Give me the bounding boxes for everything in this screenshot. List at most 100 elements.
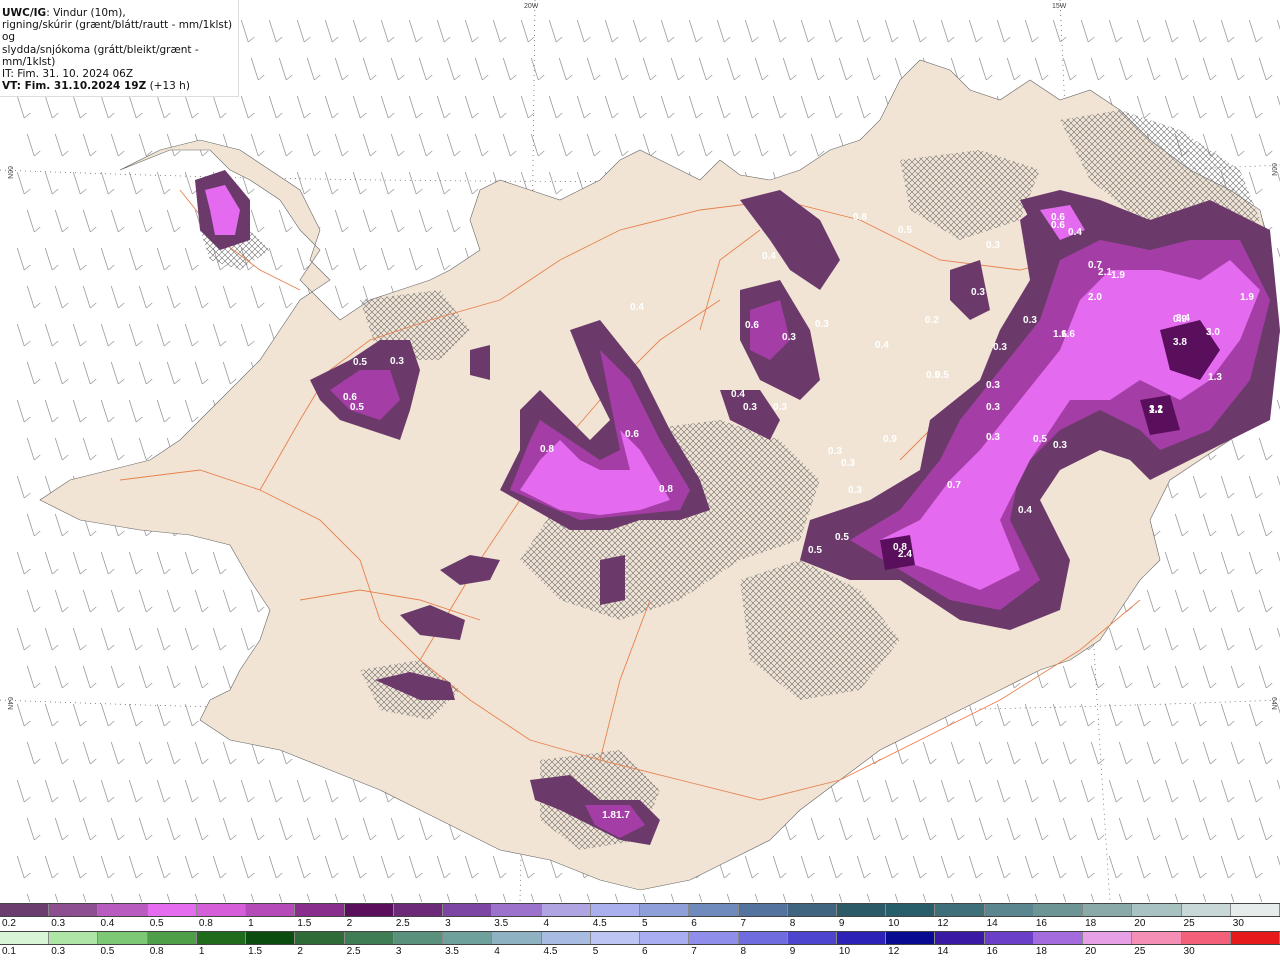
colorbar-tick-label: 5 (642, 918, 648, 929)
colorbar-swatch (49, 904, 99, 916)
precip-value-label: 0.6 (625, 429, 639, 440)
colorbar-swatch (1230, 904, 1280, 916)
precip-value-label: 0.3 (1053, 440, 1067, 451)
precip-value-label: 0.8 (540, 444, 554, 455)
precip-value-label: 1.6 (1053, 329, 1067, 340)
precip-value-label: 0.6 (1051, 212, 1065, 223)
colorbar-tick-label: 3.5 (445, 946, 459, 957)
precip-value-label: 0.4 (875, 340, 889, 351)
colorbar-tick-label: 4.5 (543, 946, 558, 957)
colorbar-tick-label: 1 (198, 946, 205, 957)
precip-value-label: 3.8 (1173, 337, 1187, 348)
precip-value-label: 0.4 (630, 302, 644, 313)
precip-value-label: 0.3 (782, 332, 796, 343)
colorbar-swatch (344, 904, 394, 916)
colorbar-swatch (147, 932, 197, 944)
precip-value-label: 1.9 (1111, 270, 1125, 281)
header-init-time: IT: Fim. 31. 10. 2024 06Z (2, 68, 134, 81)
precip-value-label: 0.8 (659, 484, 673, 495)
precip-value-label: 0.5 (935, 370, 949, 381)
colorbar-tick-label: 12 (888, 946, 900, 957)
colorbar-tick-label: 3 (445, 918, 451, 929)
colorbar-swatch (590, 904, 641, 916)
precip-value-label: 0.9 (883, 434, 897, 445)
colorbar-swatch (196, 932, 247, 944)
colorbar-tick-label: 0.8 (198, 918, 213, 929)
colorbar-rain (0, 931, 1280, 945)
precip-value-label: 0.5 (898, 225, 912, 236)
precip-value-label: 1.3 (1208, 372, 1222, 383)
colorbar-tick-label: 14 (937, 946, 949, 957)
precip-value-label: 0.3 (815, 319, 829, 330)
precip-value-label: 0.3 (773, 402, 787, 413)
header-line-snow: slydda/snjókoma (grátt/bleikt/grænt - mm… (2, 43, 199, 68)
precip-value-label: 0.3 (841, 458, 855, 469)
colorbar-snow-labels: 0.2 0.3 0.4 0.5 0.8 1 1.5 2 2.5 3 3.5 4 4.5 5 6 7 8 9 10 12… (0, 918, 1280, 930)
colorbar-swatch (98, 904, 148, 916)
colorbar-tick-label: 8 (740, 946, 747, 957)
lat-label-64n-right: 64N (1270, 697, 1277, 710)
precip-value-label: 0.4 (1018, 505, 1032, 516)
precip-value-label: 0.4 (731, 389, 745, 400)
colorbar-tick-label: 0.2 (2, 918, 16, 929)
colorbar-tick-label: 2.5 (346, 946, 361, 957)
precip-value-label: 1.81.7 (602, 810, 630, 821)
header-valid-time: VT: Fim. 31.10.2024 19Z (+13 h) (2, 80, 190, 93)
precip-value-label: 0.5 (350, 402, 364, 413)
colorbar-tick-label: 0.4 (100, 918, 115, 929)
colorbar-swatch (935, 904, 985, 916)
colorbar-swatch (0, 904, 50, 916)
precip-value-label: 2.1 (1098, 267, 1112, 278)
colorbar-tick-label: 18 (1035, 946, 1047, 957)
colorbar-tick-label: 20 (1085, 946, 1097, 957)
colorbar-swatch (492, 904, 542, 916)
colorbar-swatch (541, 932, 591, 944)
colorbar-swatch (738, 932, 788, 944)
precip-value-label: 1.9 (1240, 292, 1254, 303)
precip-value-label: 0.3 (986, 380, 1000, 391)
precip-value-label: 3.0 (1206, 327, 1220, 338)
colorbar-tick-label: 5 (592, 946, 599, 957)
colorbar-swatch (1181, 904, 1231, 916)
map-header: UWC/IG: Vindur (10m), rigning/skúrir (gr… (0, 0, 239, 98)
colorbar-tick-label: 2.5 (395, 918, 410, 929)
colorbar-tick-label: 0.8 (149, 946, 164, 957)
colorbar-tick-label: 3.5 (494, 918, 509, 929)
colorbar-tick-label: 30 (1183, 946, 1195, 957)
colorbar-swatch (787, 932, 837, 944)
colorbar-swatch (1230, 932, 1280, 944)
colorbar-tick-label: 16 (986, 946, 998, 957)
precip-value-label: 0.4 (762, 251, 776, 262)
precip-value-label: 0.5 (1033, 434, 1047, 445)
colorbar-tick-label: 6 (691, 918, 697, 929)
precip-value-label: 0.8 (853, 212, 867, 223)
colorbar-swatch (935, 932, 985, 944)
colorbar-tick-label: 16 (1035, 918, 1047, 929)
colorbar-tick-label: 20 (1134, 918, 1146, 929)
precip-value-label: 2.0 (1088, 292, 1102, 303)
colorbar-tick-label: 2 (297, 946, 303, 957)
colorbar-tick-label: 4 (543, 918, 550, 929)
colorbar-swatch (344, 932, 394, 944)
colorbar-swatch (147, 904, 197, 916)
colorbar-swatch (1033, 904, 1084, 916)
colorbar-swatch (886, 932, 936, 944)
colorbar-swatch (541, 904, 591, 916)
header-line-rain: rigning/skúrir (grænt/blátt/rautt - mm/1… (2, 19, 233, 44)
colorbar-tick-label: 10 (838, 946, 851, 957)
colorbar-swatch (787, 904, 837, 916)
colorbar-swatch (689, 904, 739, 916)
precip-value-label: 0.3 (986, 240, 1000, 251)
lon-label-20w: 20W (524, 3, 539, 10)
colorbar-tick-label: 10 (888, 918, 900, 929)
precip-value-label: 0.3 (848, 485, 862, 496)
precip-value-label: 0.5 (835, 532, 849, 543)
colorbar-swatch (246, 932, 296, 944)
precip-value-label: 0.6 (745, 320, 759, 331)
colorbar-tick-label: 14 (986, 918, 998, 929)
colorbar-tick-label: 30 (1232, 918, 1244, 929)
colorbar-swatch (246, 904, 296, 916)
colorbar-tick-label: 12 (937, 918, 949, 929)
colorbar-tick-label: 25 (1134, 946, 1146, 957)
colorbar-swatch (836, 904, 887, 916)
